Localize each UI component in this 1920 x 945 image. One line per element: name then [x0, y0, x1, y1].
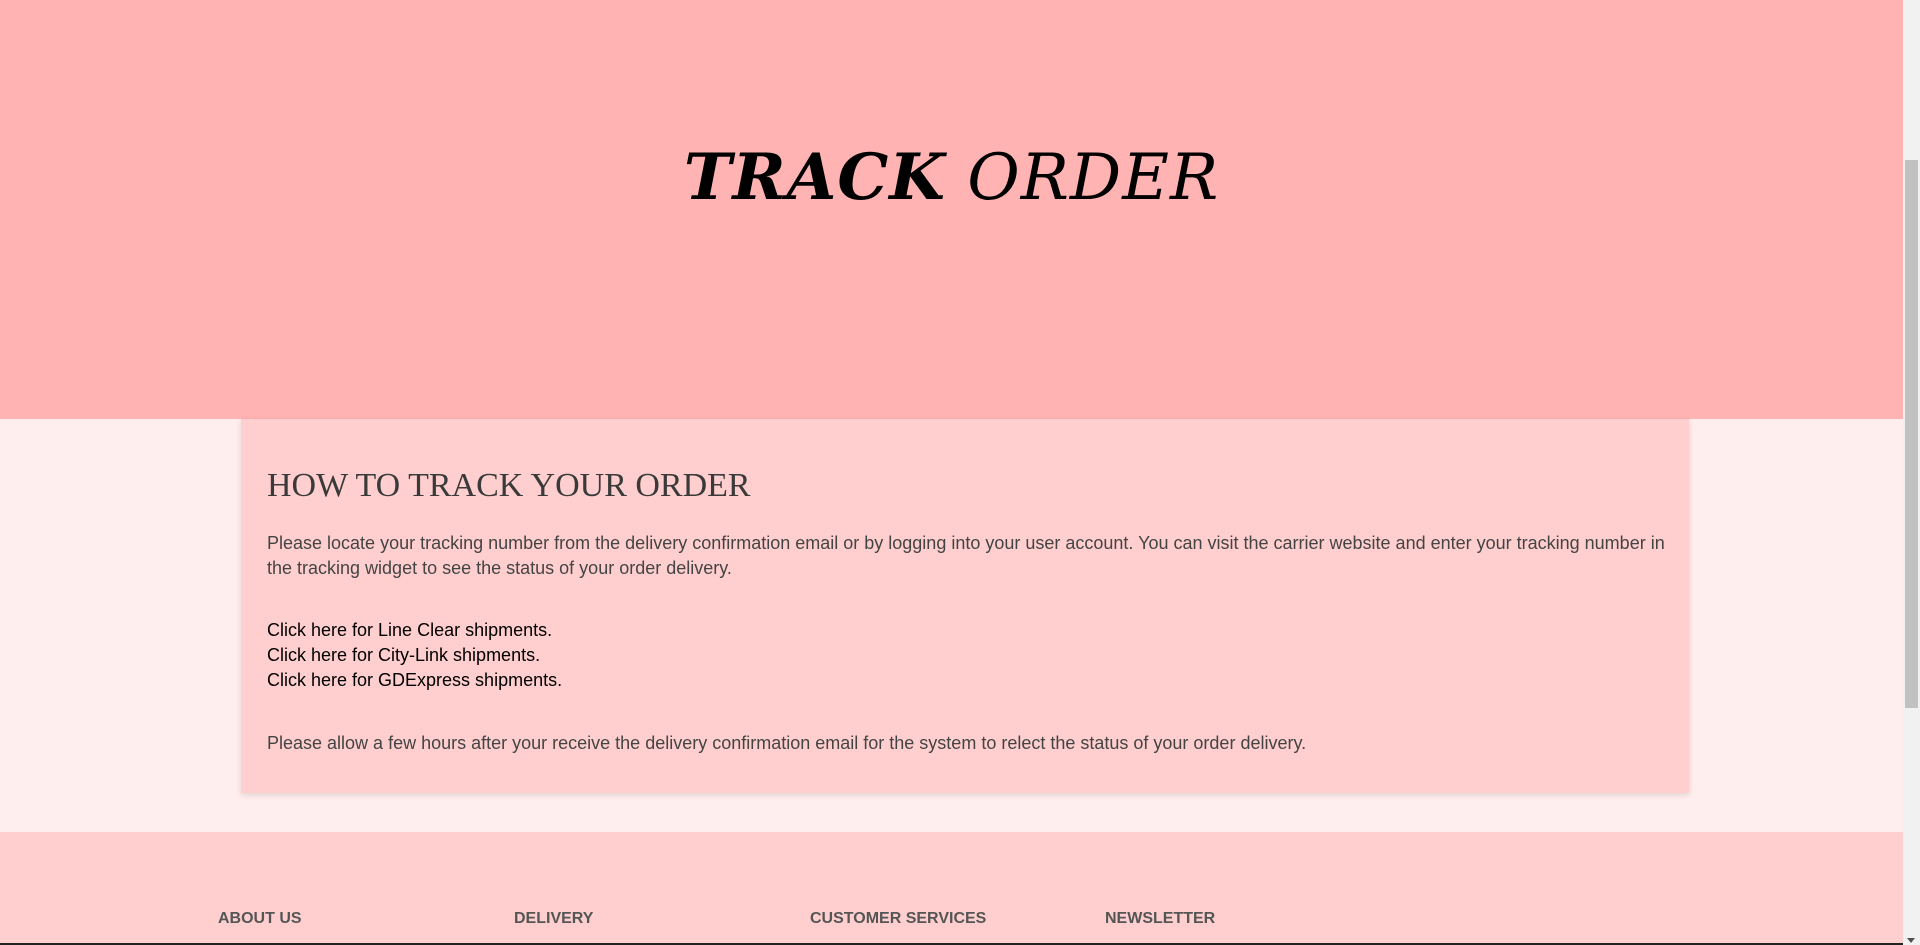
tracking-info-card: HOW TO TRACK YOUR ORDER Please locate yo…: [241, 419, 1689, 793]
tracking-heading: HOW TO TRACK YOUR ORDER: [267, 467, 751, 504]
city-link-link[interactable]: Click here for City-Link shipments.: [267, 643, 562, 668]
line-clear-link[interactable]: Click here for Line Clear shipments.: [267, 618, 562, 643]
footer-customer-services[interactable]: CUSTOMER SERVICES: [810, 910, 986, 928]
footer-delivery[interactable]: DELIVERY: [514, 910, 593, 928]
footer: ABOUT US DELIVERY CUSTOMER SERVICES NEWS…: [0, 832, 1903, 945]
footer-about-us[interactable]: ABOUT US: [218, 910, 302, 928]
page-title-order: ORDER: [967, 141, 1220, 215]
scrollbar-thumb[interactable]: [1905, 160, 1918, 708]
vertical-scrollbar[interactable]: [1903, 0, 1920, 945]
carrier-links: Click here for Line Clear shipments. Cli…: [267, 618, 562, 693]
page-title-track: TRACK: [683, 140, 946, 215]
tracking-intro-text: Please locate your tracking number from …: [267, 533, 1665, 578]
page-title: TRACK ORDER: [0, 140, 1903, 215]
tracking-note-text: Please allow a few hours after your rece…: [267, 733, 1307, 753]
footer-newsletter[interactable]: NEWSLETTER: [1105, 910, 1215, 928]
scroll-down-arrow-icon[interactable]: [1907, 938, 1915, 943]
hero-banner: TRACK ORDER: [0, 0, 1903, 419]
gdexpress-link[interactable]: Click here for GDExpress shipments.: [267, 668, 562, 693]
